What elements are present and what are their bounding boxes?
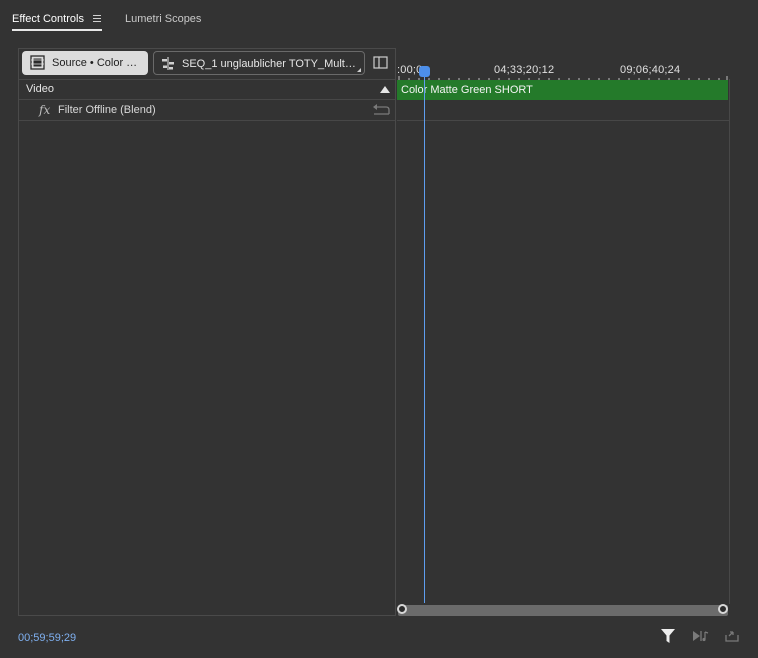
row-divider (19, 120, 395, 121)
sequence-dropdown[interactable]: SEQ_1 unglaublicher TOTY_Mult… (153, 51, 365, 75)
row-divider (19, 79, 395, 80)
filter-icon[interactable] (661, 629, 675, 643)
playhead-handle[interactable] (419, 66, 430, 77)
scrollbar-right-handle[interactable] (718, 604, 728, 614)
sequence-icon (162, 57, 174, 70)
ruler-time-label: 04;33;20;12 (494, 64, 555, 76)
source-clip-icon (30, 55, 45, 70)
current-timecode[interactable]: 00;59;59;29 (18, 632, 76, 644)
active-tab-underline (12, 29, 102, 31)
source-clip-button[interactable]: Source • Color … (22, 51, 148, 75)
scrollbar-left-handle[interactable] (397, 604, 407, 614)
export-icon[interactable] (725, 630, 739, 642)
panel-toggle-icon[interactable] (373, 56, 388, 69)
effects-panel (18, 48, 396, 616)
timeline-border (729, 79, 730, 604)
row-divider (397, 120, 729, 121)
play-audio-icon[interactable] (693, 630, 709, 642)
effect-filter-offline-label: Filter Offline (Blend) (58, 104, 156, 116)
reset-icon[interactable] (373, 103, 390, 115)
collapse-up-icon[interactable] (380, 86, 390, 93)
row-divider (19, 99, 395, 100)
clip-label: Color Matte Green SHORT (401, 84, 533, 96)
playhead-line[interactable] (424, 70, 425, 603)
ruler-time-label: 09;06;40;24 (620, 64, 681, 76)
dropdown-corner-icon (357, 68, 361, 72)
hamburger-menu-icon[interactable] (93, 15, 101, 23)
tab-lumetri-scopes[interactable]: Lumetri Scopes (125, 13, 201, 25)
tab-effect-controls[interactable]: Effect Controls (12, 13, 84, 25)
video-section-label: Video (26, 83, 54, 95)
timeline-zoom-scrollbar[interactable] (398, 605, 728, 616)
sequence-label: SEQ_1 unglaublicher TOTY_Mult… (182, 58, 356, 70)
source-clip-label: Source • Color … (52, 57, 138, 69)
fx-icon[interactable]: fx (39, 103, 50, 117)
